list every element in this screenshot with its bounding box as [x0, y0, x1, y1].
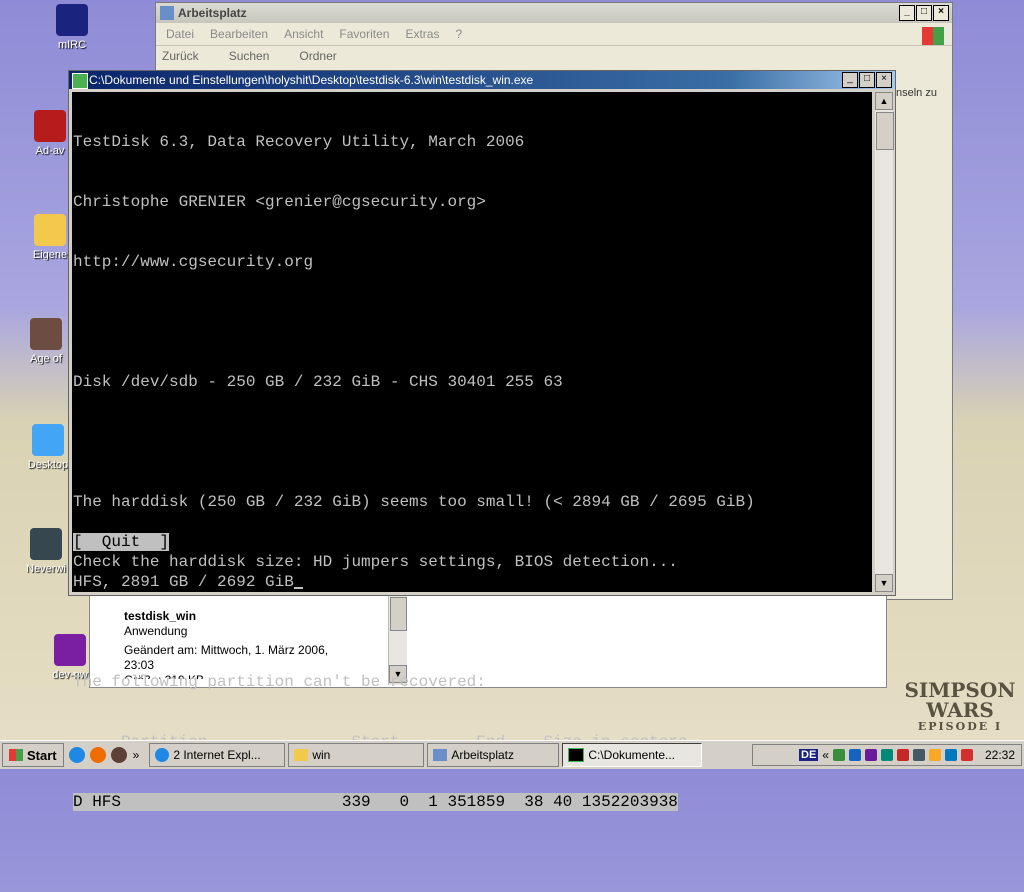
app-quicklaunch-icon[interactable]: [110, 747, 127, 763]
logo-line: SIMPSON: [904, 678, 1016, 702]
close-button[interactable]: ×: [876, 72, 892, 88]
tray-app-icon[interactable]: [864, 749, 877, 761]
task-internet-explorer[interactable]: 2 Internet Expl...: [149, 743, 286, 767]
console-icon: [568, 748, 585, 762]
console-line: http://www.cgsecurity.org: [73, 253, 314, 271]
task-win-folder[interactable]: win: [288, 743, 425, 767]
task-arbeitsplatz[interactable]: Arbeitsplatz: [427, 743, 560, 767]
folder-icon: [294, 749, 309, 761]
logo-line: EPISODE I: [917, 720, 1003, 733]
task-label: win: [312, 748, 331, 762]
close-button[interactable]: ×: [933, 5, 949, 21]
maximize-button[interactable]: □: [916, 5, 932, 21]
menu-item-ansicht[interactable]: Ansicht: [284, 27, 323, 41]
start-button[interactable]: Start: [2, 743, 64, 767]
firefox-quicklaunch-icon[interactable]: [89, 747, 106, 763]
tray-app-icon[interactable]: [912, 749, 925, 761]
clock[interactable]: 22:32: [985, 748, 1015, 762]
game-icon: [30, 318, 62, 350]
task-label: 2 Internet Expl...: [173, 748, 261, 762]
console-line: Check the harddisk size: HD jumpers sett…: [73, 553, 678, 571]
ie-icon: [155, 748, 170, 762]
menu-bar: Datei Bearbeiten Ansicht Favoriten Extra…: [156, 23, 952, 46]
minimize-button[interactable]: _: [899, 5, 915, 21]
taskbar: Start » 2 Internet Expl... win Arbeitspl…: [0, 740, 1024, 769]
side-pane-text: nseln zu: [896, 87, 937, 99]
tray-app-icon[interactable]: [880, 749, 893, 761]
tray-app-icon[interactable]: [896, 749, 909, 761]
mirc-icon: [56, 4, 88, 36]
console-screen[interactable]: TestDisk 6.3, Data Recovery Utility, Mar…: [72, 92, 872, 811]
menu-item-extras[interactable]: Extras: [405, 27, 439, 41]
desktop-icon-label: mIRC: [57, 39, 87, 51]
game-icon: [30, 528, 62, 560]
window-title: Arbeitsplatz: [178, 6, 247, 20]
console-title: C:\Dokumente und Einstellungen\holyshit\…: [89, 73, 534, 87]
tray-app-icon[interactable]: [960, 749, 973, 761]
console-scrollbar[interactable]: ▲ ▼: [875, 92, 894, 592]
task-label: C:\Dokumente...: [588, 748, 676, 762]
computer-icon: [433, 749, 448, 761]
console-line: Disk /dev/sdb - 250 GB / 232 GiB - CHS 3…: [73, 373, 563, 391]
windows-logo-icon: [922, 27, 944, 45]
cursor: [293, 587, 303, 589]
scroll-thumb[interactable]: [876, 112, 894, 150]
start-label: Start: [27, 747, 57, 763]
quit-button[interactable]: [ Quit ]: [73, 533, 170, 551]
menu-item-datei[interactable]: Datei: [166, 27, 194, 41]
desktop-shortcut-icon: [32, 424, 64, 456]
console-line: TestDisk 6.3, Data Recovery Utility, Mar…: [73, 133, 525, 151]
folder-icon: [34, 214, 66, 246]
tray-app-icon[interactable]: [848, 749, 861, 761]
console-titlebar[interactable]: C:\Dokumente und Einstellungen\holyshit\…: [69, 71, 895, 89]
side-pane-fragment: nseln zu: [896, 87, 937, 99]
menu-item-favoriten[interactable]: Favoriten: [339, 27, 389, 41]
windows-flag-icon: [9, 749, 23, 761]
wallpaper-logo: SIMPSON WARS EPISODE I: [900, 680, 1020, 733]
adaware-icon: [34, 110, 66, 142]
menu-item-help[interactable]: ?: [455, 27, 462, 41]
tray-app-icon[interactable]: [832, 749, 845, 761]
ie-quicklaunch-icon[interactable]: [68, 747, 85, 763]
chevron-right-icon[interactable]: »: [133, 748, 140, 762]
chevron-left-icon[interactable]: «: [822, 748, 829, 762]
language-indicator[interactable]: DE: [799, 749, 819, 761]
console-line: Christophe GRENIER <grenier@cgsecurity.o…: [73, 193, 486, 211]
tray-app-icon[interactable]: [944, 749, 957, 761]
console-line: The following partition can't be recover…: [73, 673, 486, 691]
scroll-up-button[interactable]: ▲: [875, 92, 893, 110]
task-label: Arbeitsplatz: [451, 748, 515, 762]
partition-row[interactable]: D HFS 339 0 1 351859 38 40 1352203938: [73, 793, 678, 811]
maximize-button[interactable]: □: [859, 72, 875, 88]
computer-icon: [160, 6, 174, 20]
console-window[interactable]: C:\Dokumente und Einstellungen\holyshit\…: [68, 70, 896, 811]
desktop-icon-mirc[interactable]: mIRC: [32, 4, 112, 51]
logo-line: WARS: [926, 698, 994, 722]
explorer-titlebar[interactable]: Arbeitsplatz _ □ ×: [156, 3, 952, 23]
task-console[interactable]: C:\Dokumente...: [562, 743, 703, 767]
status-line: HFS, 2891 GB / 2692 GiB: [73, 573, 294, 591]
tray-app-icon[interactable]: [928, 749, 941, 761]
scroll-down-button[interactable]: ▼: [875, 574, 893, 592]
console-line: The harddisk (250 GB / 232 GiB) seems to…: [73, 493, 755, 511]
system-tray: DE « 22:32: [752, 744, 1022, 766]
minimize-button[interactable]: _: [842, 72, 858, 88]
menu-item-bearbeiten[interactable]: Bearbeiten: [210, 27, 268, 41]
console-app-icon: [72, 73, 88, 89]
